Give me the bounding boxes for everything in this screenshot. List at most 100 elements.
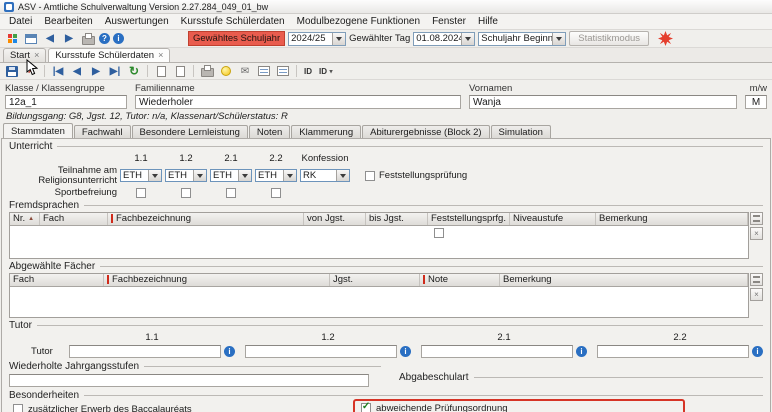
chevron-down-icon[interactable] (552, 33, 565, 45)
religion-select-12[interactable]: ETH (165, 169, 207, 182)
abweichende-checkbox[interactable]: ✓ (361, 403, 371, 412)
col-bemerkung[interactable]: Bemerkung (596, 213, 748, 225)
back-icon[interactable]: ◀ (42, 32, 58, 46)
col-fach[interactable]: Fach (10, 274, 104, 286)
chevron-down-icon[interactable] (283, 170, 296, 181)
tab-klammerung[interactable]: Klammerung (291, 125, 361, 138)
tab-stammdaten[interactable]: Stammdaten (3, 123, 73, 138)
col-jgst[interactable]: Jgst. (330, 274, 420, 286)
close-icon[interactable]: × (158, 51, 163, 60)
delete-row-button[interactable]: × (750, 288, 763, 301)
col-feststellungsprfg[interactable]: Feststellungsprfg. (428, 213, 510, 225)
tutor-field-11[interactable] (69, 345, 221, 358)
column-config-button[interactable] (750, 212, 763, 225)
col-fach[interactable]: Fach (40, 213, 108, 225)
sportbefreiung-checkbox-22[interactable] (271, 188, 281, 198)
column-config-button[interactable] (750, 273, 763, 286)
konfession-select[interactable]: RK (300, 169, 350, 182)
tutor-field-21[interactable] (421, 345, 573, 358)
col-bis-jgst[interactable]: bis Jgst. (366, 213, 428, 225)
menu-bar: Datei Bearbeiten Auswertungen Kursstufe … (0, 14, 772, 30)
chevron-down-icon[interactable] (238, 170, 251, 181)
day-select[interactable]: 01.08.2024 (413, 32, 475, 46)
info-icon[interactable]: i (576, 346, 587, 357)
next-record-icon[interactable]: ▶ (88, 64, 104, 78)
matrix-view-icon[interactable] (275, 64, 291, 78)
tab-abiturergebnisse[interactable]: Abiturergebnisse (Block 2) (362, 125, 489, 138)
religion-select-11[interactable]: ETH (120, 169, 162, 182)
tab-fachwahl[interactable]: Fachwahl (74, 125, 131, 138)
menu-kursstufe-schuelerdaten[interactable]: Kursstufe Schülerdaten (175, 15, 291, 28)
tutor-field-22[interactable] (597, 345, 749, 358)
tutor-field-12[interactable] (245, 345, 397, 358)
sportbefreiung-checkbox-11[interactable] (136, 188, 146, 198)
lastname-field[interactable]: Wiederholer (135, 95, 461, 109)
forward-icon[interactable]: ▶ (61, 32, 77, 46)
first-record-icon[interactable]: |◀ (50, 64, 66, 78)
col-von-jgst[interactable]: von Jgst. (304, 213, 366, 225)
menu-datei[interactable]: Datei (3, 15, 38, 28)
abgewaehlte-body[interactable] (10, 287, 748, 317)
chevron-down-icon[interactable] (148, 170, 161, 181)
sex-field[interactable]: M (745, 95, 767, 109)
refresh-icon[interactable]: ↻ (126, 64, 142, 78)
menu-fenster[interactable]: Fenster (426, 15, 472, 28)
baccalaureat-checkbox[interactable] (13, 404, 23, 412)
school-year-select[interactable]: 2024/25 (288, 32, 346, 46)
close-icon[interactable]: × (34, 51, 39, 60)
id-button[interactable]: ID (302, 67, 314, 76)
col-fachbezeichnung[interactable]: Fachbezeichnung (104, 274, 330, 286)
fremdsprachen-body[interactable] (10, 226, 748, 258)
id-dropdown-button[interactable]: ID ▲ (317, 67, 336, 76)
hint-icon[interactable] (218, 64, 234, 78)
tab-noten[interactable]: Noten (249, 125, 290, 138)
religion-select-21[interactable]: ETH (210, 169, 252, 182)
chevron-down-icon[interactable] (461, 33, 474, 45)
copy-record-icon[interactable] (172, 64, 188, 78)
term-select[interactable]: Schuljahr Beginn (478, 32, 566, 46)
sportbefreiung-checkbox-21[interactable] (226, 188, 236, 198)
feststellungspruefung-checkbox[interactable] (365, 171, 375, 181)
menu-hilfe[interactable]: Hilfe (472, 15, 504, 28)
info-icon[interactable]: i (400, 346, 411, 357)
row-feststellungsprfg-checkbox[interactable] (434, 228, 444, 238)
statistics-mode-button[interactable]: Statistikmodus (569, 31, 649, 46)
class-field[interactable]: 12a_1 (5, 95, 127, 109)
chevron-down-icon[interactable] (332, 33, 345, 45)
religion-select-22[interactable]: ETH (255, 169, 297, 182)
firstname-value: Wanja (473, 97, 501, 108)
tab-start[interactable]: Start × (3, 48, 46, 62)
col-bemerkung[interactable]: Bemerkung (500, 274, 748, 286)
new-record-icon[interactable] (153, 64, 169, 78)
tab-besondere-lernleistung[interactable]: Besondere Lernleistung (132, 125, 248, 138)
wiederholte-field[interactable] (9, 374, 369, 387)
window-list-icon[interactable] (23, 32, 39, 46)
col-nr[interactable]: Nr.▲ (10, 213, 40, 225)
chevron-down-icon[interactable] (336, 170, 349, 181)
save-icon[interactable] (4, 64, 20, 78)
tab-kursstufe-schuelerdaten[interactable]: Kursstufe Schülerdaten × (48, 48, 170, 62)
print-record-icon[interactable] (199, 64, 215, 78)
col-niveaustufe[interactable]: Niveaustufe (510, 213, 596, 225)
tab-simulation[interactable]: Simulation (491, 125, 551, 138)
col-fachbezeichnung[interactable]: Fachbezeichnung (108, 213, 304, 225)
firstname-field[interactable]: Wanja (469, 95, 737, 109)
discard-icon[interactable]: × (23, 64, 39, 78)
module-switch-icon[interactable] (4, 32, 20, 46)
info-icon[interactable]: i (752, 346, 763, 357)
delete-row-button[interactable]: × (750, 227, 763, 240)
mail-icon[interactable]: ✉ (237, 64, 253, 78)
sportbefreiung-checkbox-12[interactable] (181, 188, 191, 198)
help-icon[interactable]: ? (99, 33, 110, 44)
menu-modulbezogene-funktionen[interactable]: Modulbezogene Funktionen (291, 15, 426, 28)
col-note[interactable]: Note (420, 274, 500, 286)
table-view-icon[interactable] (256, 64, 272, 78)
info-icon[interactable]: i (224, 346, 235, 357)
menu-bearbeiten[interactable]: Bearbeiten (38, 15, 98, 28)
previous-record-icon[interactable]: ◀ (69, 64, 85, 78)
last-record-icon[interactable]: ▶| (107, 64, 123, 78)
chevron-down-icon[interactable] (193, 170, 206, 181)
print-icon[interactable] (80, 32, 96, 46)
menu-auswertungen[interactable]: Auswertungen (99, 15, 175, 28)
info-icon[interactable]: i (113, 33, 124, 44)
